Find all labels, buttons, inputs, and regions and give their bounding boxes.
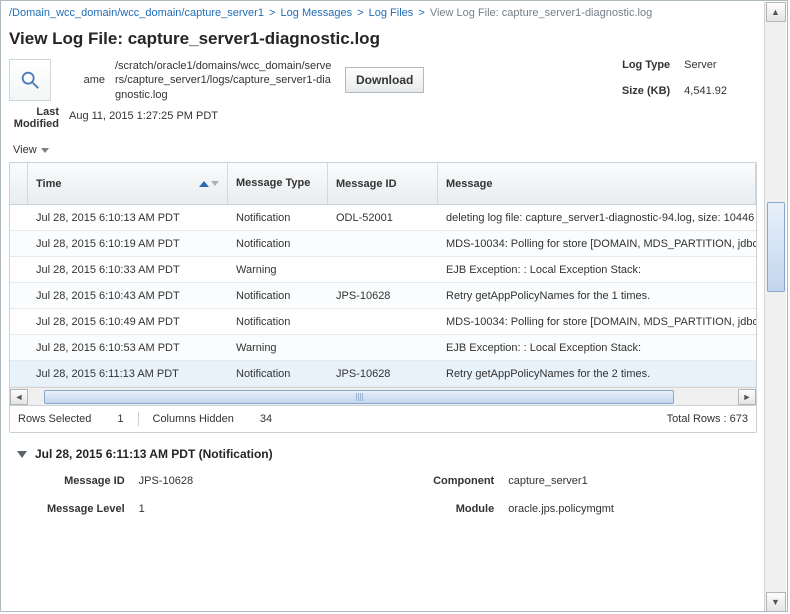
scroll-right-button[interactable]: ► — [738, 389, 756, 405]
cell-msgid: JPS-10628 — [328, 290, 438, 302]
log-table: Time Message Type Message ID Message Jul… — [9, 162, 757, 433]
breadcrumb-leaf: View Log File: capture_server1-diagnosti… — [430, 7, 652, 19]
total-rows-value: 673 — [730, 413, 748, 425]
view-menu[interactable]: View — [9, 142, 53, 158]
name-value: /scratch/oracle1/domains/wcc_domain/serv… — [115, 59, 335, 102]
name-label: ame — [57, 74, 105, 86]
col-header-type[interactable]: Message Type — [228, 163, 328, 204]
cell-message: EJB Exception: : Local Exception Stack: — [438, 264, 756, 276]
cell-time: Jul 28, 2015 6:10:19 AM PDT — [28, 238, 228, 250]
cell-message: Retry getAppPolicyNames for the 2 times. — [438, 368, 756, 380]
rows-selected-value: 1 — [117, 413, 123, 425]
table-row[interactable]: Jul 28, 2015 6:10:19 AM PDTNotification M… — [10, 231, 756, 257]
cell-type: Warning — [228, 342, 328, 354]
cell-message: MDS-10034: Polling for store [DOMAIN, MD… — [438, 316, 756, 328]
table-row[interactable]: Jul 28, 2015 6:10:13 AM PDTNotificationO… — [10, 205, 756, 231]
last-modified-label: Last Modified — [9, 106, 69, 130]
scroll-down-button[interactable]: ▼ — [766, 592, 786, 612]
last-modified-value: Aug 11, 2015 1:27:25 PM PDT — [69, 106, 218, 122]
cell-type: Warning — [228, 264, 328, 276]
scroll-thumb[interactable] — [44, 390, 674, 404]
size-label: Size (KB) — [622, 85, 670, 97]
detail-component-value: capture_server1 — [508, 475, 614, 487]
table-row[interactable]: Jul 28, 2015 6:10:43 AM PDTNotificationJ… — [10, 283, 756, 309]
scroll-thumb[interactable] — [767, 202, 785, 292]
detail-level-value: 1 — [139, 503, 193, 515]
page-title: View Log File: capture_server1-diagnosti… — [9, 29, 757, 49]
cell-msgid: JPS-10628 — [328, 368, 438, 380]
horizontal-scrollbar[interactable]: ◄ ► — [10, 387, 756, 405]
cell-type: Notification — [228, 238, 328, 250]
detail-msgid-value: JPS-10628 — [139, 475, 193, 487]
detail-module-value: oracle.jps.policymgmt — [508, 503, 614, 515]
detail-panel: Jul 28, 2015 6:11:13 AM PDT (Notificatio… — [9, 433, 757, 515]
table-row[interactable]: Jul 28, 2015 6:10:33 AM PDTWarning EJB Ex… — [10, 257, 756, 283]
cell-time: Jul 28, 2015 6:10:53 AM PDT — [28, 342, 228, 354]
total-rows-label: Total Rows — [667, 413, 721, 425]
size-value: 4,541.92 — [684, 85, 727, 97]
col-header-msgid[interactable]: Message ID — [328, 163, 438, 204]
breadcrumb-link[interactable]: Log Messages — [281, 7, 353, 19]
col-header-time[interactable]: Time — [28, 163, 228, 204]
table-row[interactable]: Jul 28, 2015 6:10:49 AM PDTNotification M… — [10, 309, 756, 335]
breadcrumb-link[interactable]: /Domain_wcc_domain/wcc_domain/capture_se… — [9, 7, 264, 19]
detail-msgid-label: Message ID — [47, 475, 125, 487]
log-type-value: Server — [684, 59, 727, 71]
sort-menu-icon — [211, 181, 219, 186]
cell-time: Jul 28, 2015 6:10:43 AM PDT — [28, 290, 228, 302]
cell-time: Jul 28, 2015 6:11:13 AM PDT — [28, 368, 228, 380]
columns-hidden-value: 34 — [260, 413, 272, 425]
detail-header-text: Jul 28, 2015 6:11:13 AM PDT (Notificatio… — [35, 447, 273, 461]
breadcrumb-link[interactable]: Log Files — [369, 7, 414, 19]
cell-message: Retry getAppPolicyNames for the 1 times. — [438, 290, 756, 302]
table-row[interactable]: Jul 28, 2015 6:10:53 AM PDTWarning EJB Ex… — [10, 335, 756, 361]
detail-component-label: Component — [433, 475, 494, 487]
columns-hidden-label: Columns Hidden — [153, 413, 234, 425]
cell-message: EJB Exception: : Local Exception Stack: — [438, 342, 756, 354]
cell-type: Notification — [228, 316, 328, 328]
cell-msgid: ODL-52001 — [328, 212, 438, 224]
cell-type: Notification — [228, 290, 328, 302]
cell-message: deleting log file: capture_server1-diagn… — [438, 212, 756, 224]
scroll-left-button[interactable]: ◄ — [10, 389, 28, 405]
detail-level-label: Message Level — [47, 503, 125, 515]
cell-time: Jul 28, 2015 6:10:49 AM PDT — [28, 316, 228, 328]
vertical-scrollbar[interactable]: ▲ ▼ — [764, 2, 786, 612]
download-button[interactable]: Download — [345, 67, 424, 93]
table-gutter — [10, 163, 28, 204]
cell-message: MDS-10034: Polling for store [DOMAIN, MD… — [438, 238, 756, 250]
log-type-label: Log Type — [622, 59, 670, 71]
sort-asc-icon — [199, 181, 209, 187]
breadcrumb: /Domain_wcc_domain/wcc_domain/capture_se… — [9, 5, 757, 25]
scroll-up-button[interactable]: ▲ — [766, 2, 786, 22]
cell-time: Jul 28, 2015 6:10:13 AM PDT — [28, 212, 228, 224]
cell-type: Notification — [228, 368, 328, 380]
table-row[interactable]: Jul 28, 2015 6:11:13 AM PDTNotificationJ… — [10, 361, 756, 387]
search-icon[interactable] — [9, 59, 51, 101]
rows-selected-label: Rows Selected — [18, 413, 91, 425]
chevron-down-icon — [41, 148, 49, 153]
detail-module-label: Module — [433, 503, 494, 515]
cell-type: Notification — [228, 212, 328, 224]
cell-time: Jul 28, 2015 6:10:33 AM PDT — [28, 264, 228, 276]
col-header-message[interactable]: Message — [438, 163, 756, 204]
collapse-icon[interactable] — [17, 451, 27, 458]
